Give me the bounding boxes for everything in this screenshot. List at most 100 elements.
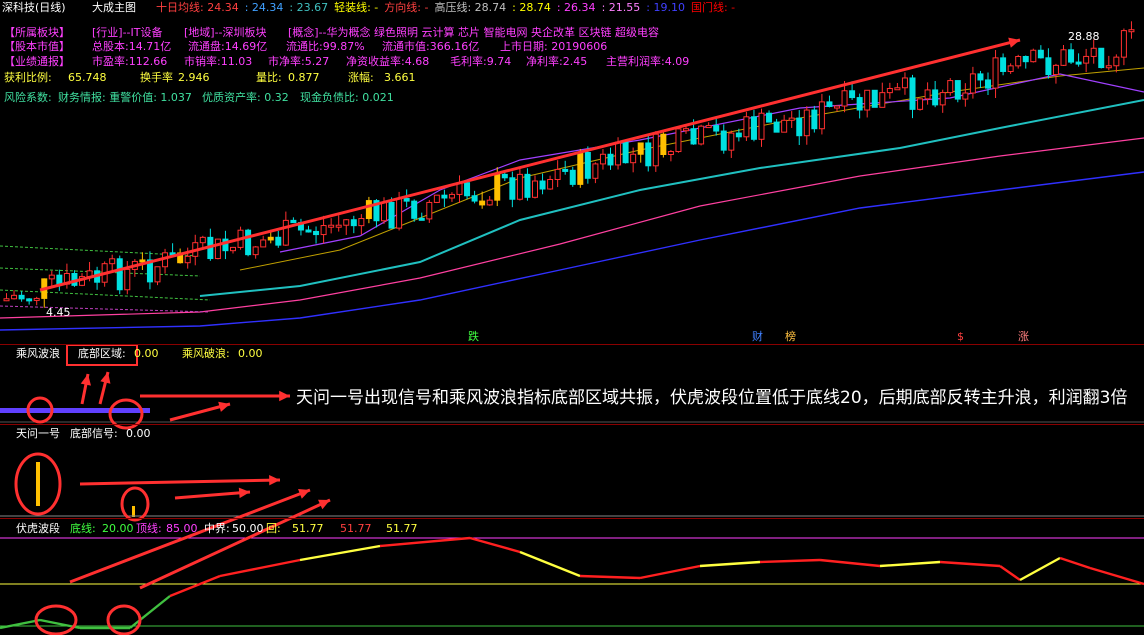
pane-separator-3[interactable] (0, 518, 1144, 519)
oscillator-segment (0, 618, 41, 630)
net-margin: 净利率:2.45 (526, 55, 588, 68)
oscillator-segment (699, 560, 761, 568)
candle-body (547, 179, 554, 190)
candle-body (335, 224, 342, 228)
candle-body (388, 201, 395, 229)
candle-body (637, 142, 644, 155)
listing-date: 上市日期: 20190606 (500, 40, 608, 53)
candle-body (381, 201, 387, 222)
candle-body (26, 298, 33, 302)
profit-ratio-value: 65.748 (68, 71, 107, 84)
candle-body (818, 101, 825, 130)
candle-body (516, 173, 523, 200)
candle-body (320, 225, 327, 236)
candle-body (683, 128, 689, 132)
candle-body (1068, 49, 1075, 63)
candle-body (645, 142, 652, 167)
candle-body (1022, 56, 1029, 63)
volume-ratio-label: 量比: (256, 71, 282, 84)
candle-body (139, 259, 146, 263)
candle-body (675, 128, 682, 153)
marker-dollar[interactable]: $ (957, 330, 964, 343)
candle-body (3, 298, 10, 302)
candle-body (743, 116, 750, 138)
candle-body (471, 195, 478, 202)
pane3-title[interactable]: 伏虎波段 (16, 522, 60, 535)
oscillator-segment (939, 560, 1001, 568)
candle-body (622, 141, 629, 164)
candle-body (924, 89, 931, 100)
candle-body (1015, 56, 1022, 67)
float-shares: 流通盘:14.69亿 (188, 40, 268, 53)
turnover-label: 换手率 (140, 71, 173, 84)
candle-body (267, 236, 274, 241)
candle-body (788, 117, 795, 121)
info-row-perf-label: 【业绩通报】 (4, 55, 70, 68)
oscillator-segment (579, 574, 641, 580)
candle-body (214, 238, 221, 260)
info-row-concept: [概念]--华为概念 绿色照明 云计算 芯片 智能电网 央企改革 区块链 超级电… (288, 26, 659, 39)
candle-body (486, 199, 493, 206)
candle-body (954, 80, 961, 100)
candle-body (116, 258, 123, 291)
main-chart-name[interactable]: 大成主图 (92, 1, 136, 14)
marker-finance[interactable]: 财 (752, 330, 763, 343)
candle-body (1098, 47, 1105, 69)
candle-body (856, 97, 863, 111)
floor-line-label: 底线: (70, 522, 96, 535)
oscillator-segment (1089, 566, 1144, 586)
candle-body (720, 130, 727, 151)
pane2-title[interactable]: 天问一号 (16, 427, 60, 440)
candle-body (939, 92, 946, 106)
pane-separator-2[interactable] (0, 424, 1144, 425)
candle-body (796, 117, 803, 137)
oscillator-segment (639, 564, 701, 580)
candle-body (11, 294, 18, 300)
info-row-capital-label: 【股本市值】 (4, 40, 70, 53)
ma-blue-line (0, 171, 1144, 331)
pane1-title[interactable]: 乘风波浪 (16, 347, 60, 360)
candle-body (849, 90, 856, 99)
signal-bar-1 (36, 462, 40, 506)
wave-label: 回: (266, 522, 281, 535)
annotation-arrow-3-head (80, 374, 91, 386)
oscillator-segment (519, 550, 581, 578)
candle-body (607, 153, 614, 166)
oscillator-segment (819, 558, 881, 568)
top-line-label: 顶线: (136, 522, 162, 535)
quality-asset-ratio: 优质资产率: 0.32 (202, 91, 289, 104)
candle-body (33, 297, 40, 301)
candle-body (1090, 47, 1097, 57)
marker-rise[interactable]: 涨 (1018, 330, 1029, 343)
annotation-arrow-5 (79, 478, 281, 486)
candle-body (358, 218, 365, 227)
pane-separator-1[interactable] (0, 344, 1144, 345)
mid-line-value: 50.00 (232, 522, 264, 535)
candle-body (1052, 64, 1059, 76)
candle-body (1045, 57, 1052, 76)
pe-ratio: 市盈率:112.66 (92, 55, 168, 68)
candle-body (864, 89, 871, 111)
candle-body (1037, 49, 1044, 59)
stock-title: 深科技(日线) (2, 1, 66, 14)
marker-ranking[interactable]: 榜 (785, 330, 796, 343)
candle-body (713, 125, 720, 132)
candle-body (403, 197, 410, 202)
wave-break-label: 乘风破浪: (182, 347, 230, 360)
highlight-circle-6 (106, 604, 142, 635)
total-shares: 总股本:14.71亿 (92, 40, 172, 53)
top-line-value: 85.00 (166, 522, 198, 535)
turnover-value: 2.946 (178, 71, 210, 84)
candle-body (252, 246, 259, 256)
candle-body (411, 200, 418, 219)
wave-value: 51.77 (292, 522, 324, 535)
candle-body (992, 57, 999, 89)
candle-body (917, 98, 924, 110)
oscillator-segment (1059, 556, 1091, 570)
marker-fall[interactable]: 跌 (468, 330, 479, 343)
oscillator-segment (1019, 556, 1061, 582)
bottom-zone-value: 0.00 (134, 347, 159, 360)
bottom-signal-value: 0.00 (126, 427, 151, 440)
ps-ratio: 市销率:11.03 (184, 55, 253, 68)
info-row-industry: [行业]--IT设备 (92, 26, 163, 39)
